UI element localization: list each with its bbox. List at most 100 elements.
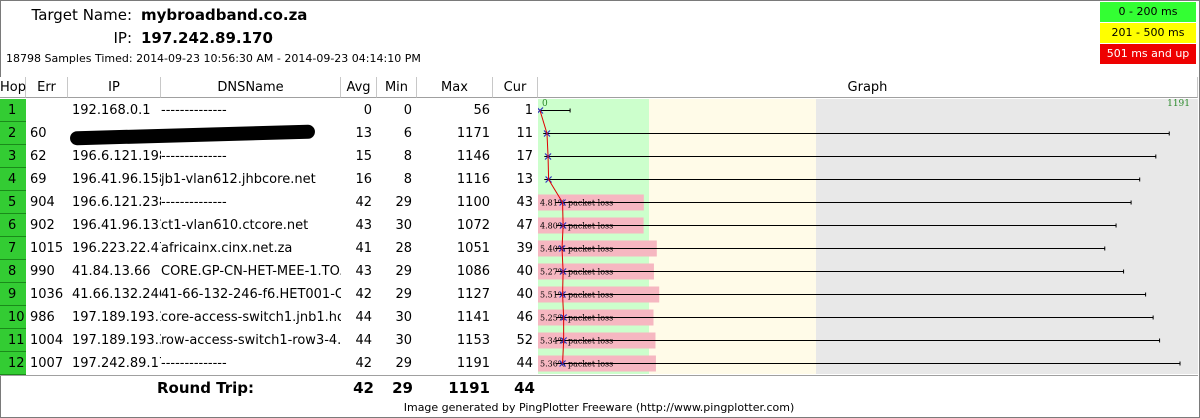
hop-avg: 44 [355, 333, 372, 348]
hop-err: 1015 [30, 241, 64, 256]
hop-ip: 192.168.0.1 [72, 103, 151, 118]
hop-max: 1116 [456, 172, 490, 187]
hop-number: 11 [0, 329, 26, 352]
hop-min: 29 [395, 195, 412, 210]
column-header-ip[interactable]: IP [68, 77, 161, 98]
hop-cur: 44 [516, 356, 533, 371]
hop-err: 1004 [30, 333, 64, 348]
hop-ip: 197.242.89.17 [72, 356, 161, 371]
hop-dns: jb1-vlan612.jhbcore.net [161, 172, 316, 187]
table-row[interactable]: 11 1004 197.189.193.3 row-access-switch1-ro… [0, 329, 538, 352]
legend-high-latency: 501 ms and up [1100, 44, 1196, 64]
hop-number: 8 [0, 260, 26, 283]
latency-avg-trace [539, 110, 565, 364]
hop-number: 2 [0, 122, 26, 145]
samples-timed-text: 18798 Samples Timed: 2014-09-23 10:56:30… [6, 52, 421, 65]
hop-dns: -------------- [161, 149, 227, 164]
column-header-hop[interactable]: Hop [0, 77, 26, 98]
legend-low-latency: 0 - 200 ms [1100, 2, 1196, 22]
latency-graph: 0 1191 4.81% packet loss 4.80% packet los… [538, 99, 1198, 374]
round-trip-avg: 42 [353, 379, 374, 397]
hop-dns: 41-66-132-246-f6.HET001-CP [161, 287, 341, 302]
hop-max: 1086 [456, 264, 490, 279]
column-header-avg[interactable]: Avg [341, 77, 377, 98]
table-row[interactable]: 5 904 196.6.121.238 -------------- 42 29 1100 4… [0, 191, 538, 214]
hop-max: 1100 [456, 195, 490, 210]
hop-cur: 47 [516, 218, 533, 233]
hop-err: 60 [30, 126, 47, 141]
table-row[interactable]: 7 1015 196.223.22.47 africainx.cinx.net.za 4… [0, 237, 538, 260]
hop-min: 30 [395, 333, 412, 348]
hop-number: 10 [0, 306, 26, 329]
column-header-graph[interactable]: Graph [538, 77, 1198, 98]
hop-min: 30 [395, 310, 412, 325]
hop-max: 1153 [456, 333, 490, 348]
hop-max: 1127 [456, 287, 490, 302]
ip-label: IP: [113, 29, 132, 47]
hop-cur: 13 [516, 172, 533, 187]
hop-avg: 0 [363, 103, 372, 118]
hop-err: 902 [30, 218, 55, 233]
hop-max: 1171 [456, 126, 490, 141]
hop-min: 28 [395, 241, 412, 256]
column-header-min[interactable]: Min [377, 77, 417, 98]
hop-err: 986 [30, 310, 55, 325]
table-row[interactable]: 3 62 196.6.121.198 -------------- 15 8 1146 17 [0, 145, 538, 168]
hop-ip: 41.66.132.246 [72, 287, 161, 302]
hop-min: 6 [403, 126, 412, 141]
column-header-dnsname[interactable]: DNSName [161, 77, 341, 98]
hop-dns: -------------- [161, 195, 227, 210]
round-trip-max: 1191 [448, 379, 490, 397]
hop-avg: 44 [355, 310, 372, 325]
hop-dns: -------------- [161, 356, 227, 371]
hop-avg: 15 [355, 149, 372, 164]
hop-ip: 196.223.22.47 [72, 241, 161, 256]
column-header-cur[interactable]: Cur [493, 77, 538, 98]
hop-cur: 17 [516, 149, 533, 164]
table-row[interactable]: 1 192.168.0.1 -------------- 0 0 56 1 [0, 99, 538, 122]
hop-min: 8 [403, 172, 412, 187]
hop-min: 29 [395, 356, 412, 371]
hop-number: 4 [0, 168, 26, 191]
hop-number: 9 [0, 283, 26, 306]
round-trip-cur: 44 [514, 379, 535, 397]
column-header-err[interactable]: Err [26, 77, 68, 98]
hop-avg: 42 [355, 356, 372, 371]
hop-number: 7 [0, 237, 26, 260]
legend-mid-latency: 201 - 500 ms [1100, 23, 1196, 43]
hop-max: 1051 [456, 241, 490, 256]
target-name-label: Target Name: [31, 6, 132, 24]
hop-number: 1 [0, 99, 26, 122]
hop-min: 29 [395, 287, 412, 302]
hop-err: 1036 [30, 287, 64, 302]
hop-number: 3 [0, 145, 26, 168]
table-row[interactable]: 12 1007 197.242.89.17 -------------- 42 29 119… [0, 352, 538, 375]
hop-min: 0 [403, 103, 412, 118]
hop-max: 1191 [456, 356, 490, 371]
table-row[interactable]: 9 1036 41.66.132.246 41-66-132-246-f6.HET00… [0, 283, 538, 306]
ip-value: 197.242.89.170 [141, 29, 273, 47]
hop-ip: 196.6.121.198 [72, 149, 161, 164]
hop-err: 69 [30, 172, 47, 187]
hop-max: 56 [473, 103, 490, 118]
hop-cur: 52 [516, 333, 533, 348]
table-row[interactable]: 2 60 13 6 1171 11 [0, 122, 538, 146]
hop-number: 12 [0, 352, 26, 375]
table-row[interactable]: 4 69 196.41.96.158 jb1-vlan612.jhbcore.net 1… [0, 168, 538, 191]
hop-dns: ct1-vlan610.ctcore.net [161, 218, 309, 233]
table-row[interactable]: 6 902 196.41.96.131 ct1-vlan610.ctcore.net 4… [0, 214, 538, 237]
hop-err: 904 [30, 195, 55, 210]
hop-avg: 41 [355, 241, 372, 256]
table-row[interactable]: 8 990 41.84.13.66 CORE.GP-CN-HET-MEE-1.TO. 4… [0, 260, 538, 283]
credit-text: Image generated by PingPlotter Freeware … [403, 401, 795, 414]
round-trip-row: Round Trip: 42 29 1191 44 [0, 375, 1198, 402]
hop-cur: 39 [516, 241, 533, 256]
table-row[interactable]: 10 986 197.189.193.1 core-access-switch1.jn… [0, 306, 538, 329]
hop-err: 990 [30, 264, 55, 279]
hop-number: 6 [0, 214, 26, 237]
hop-cur: 40 [516, 287, 533, 302]
target-name-value: mybroadband.co.za [141, 6, 308, 24]
hop-cur: 1 [524, 103, 533, 118]
column-header-max[interactable]: Max [417, 77, 493, 98]
hop-dns: africainx.cinx.net.za [161, 241, 293, 256]
